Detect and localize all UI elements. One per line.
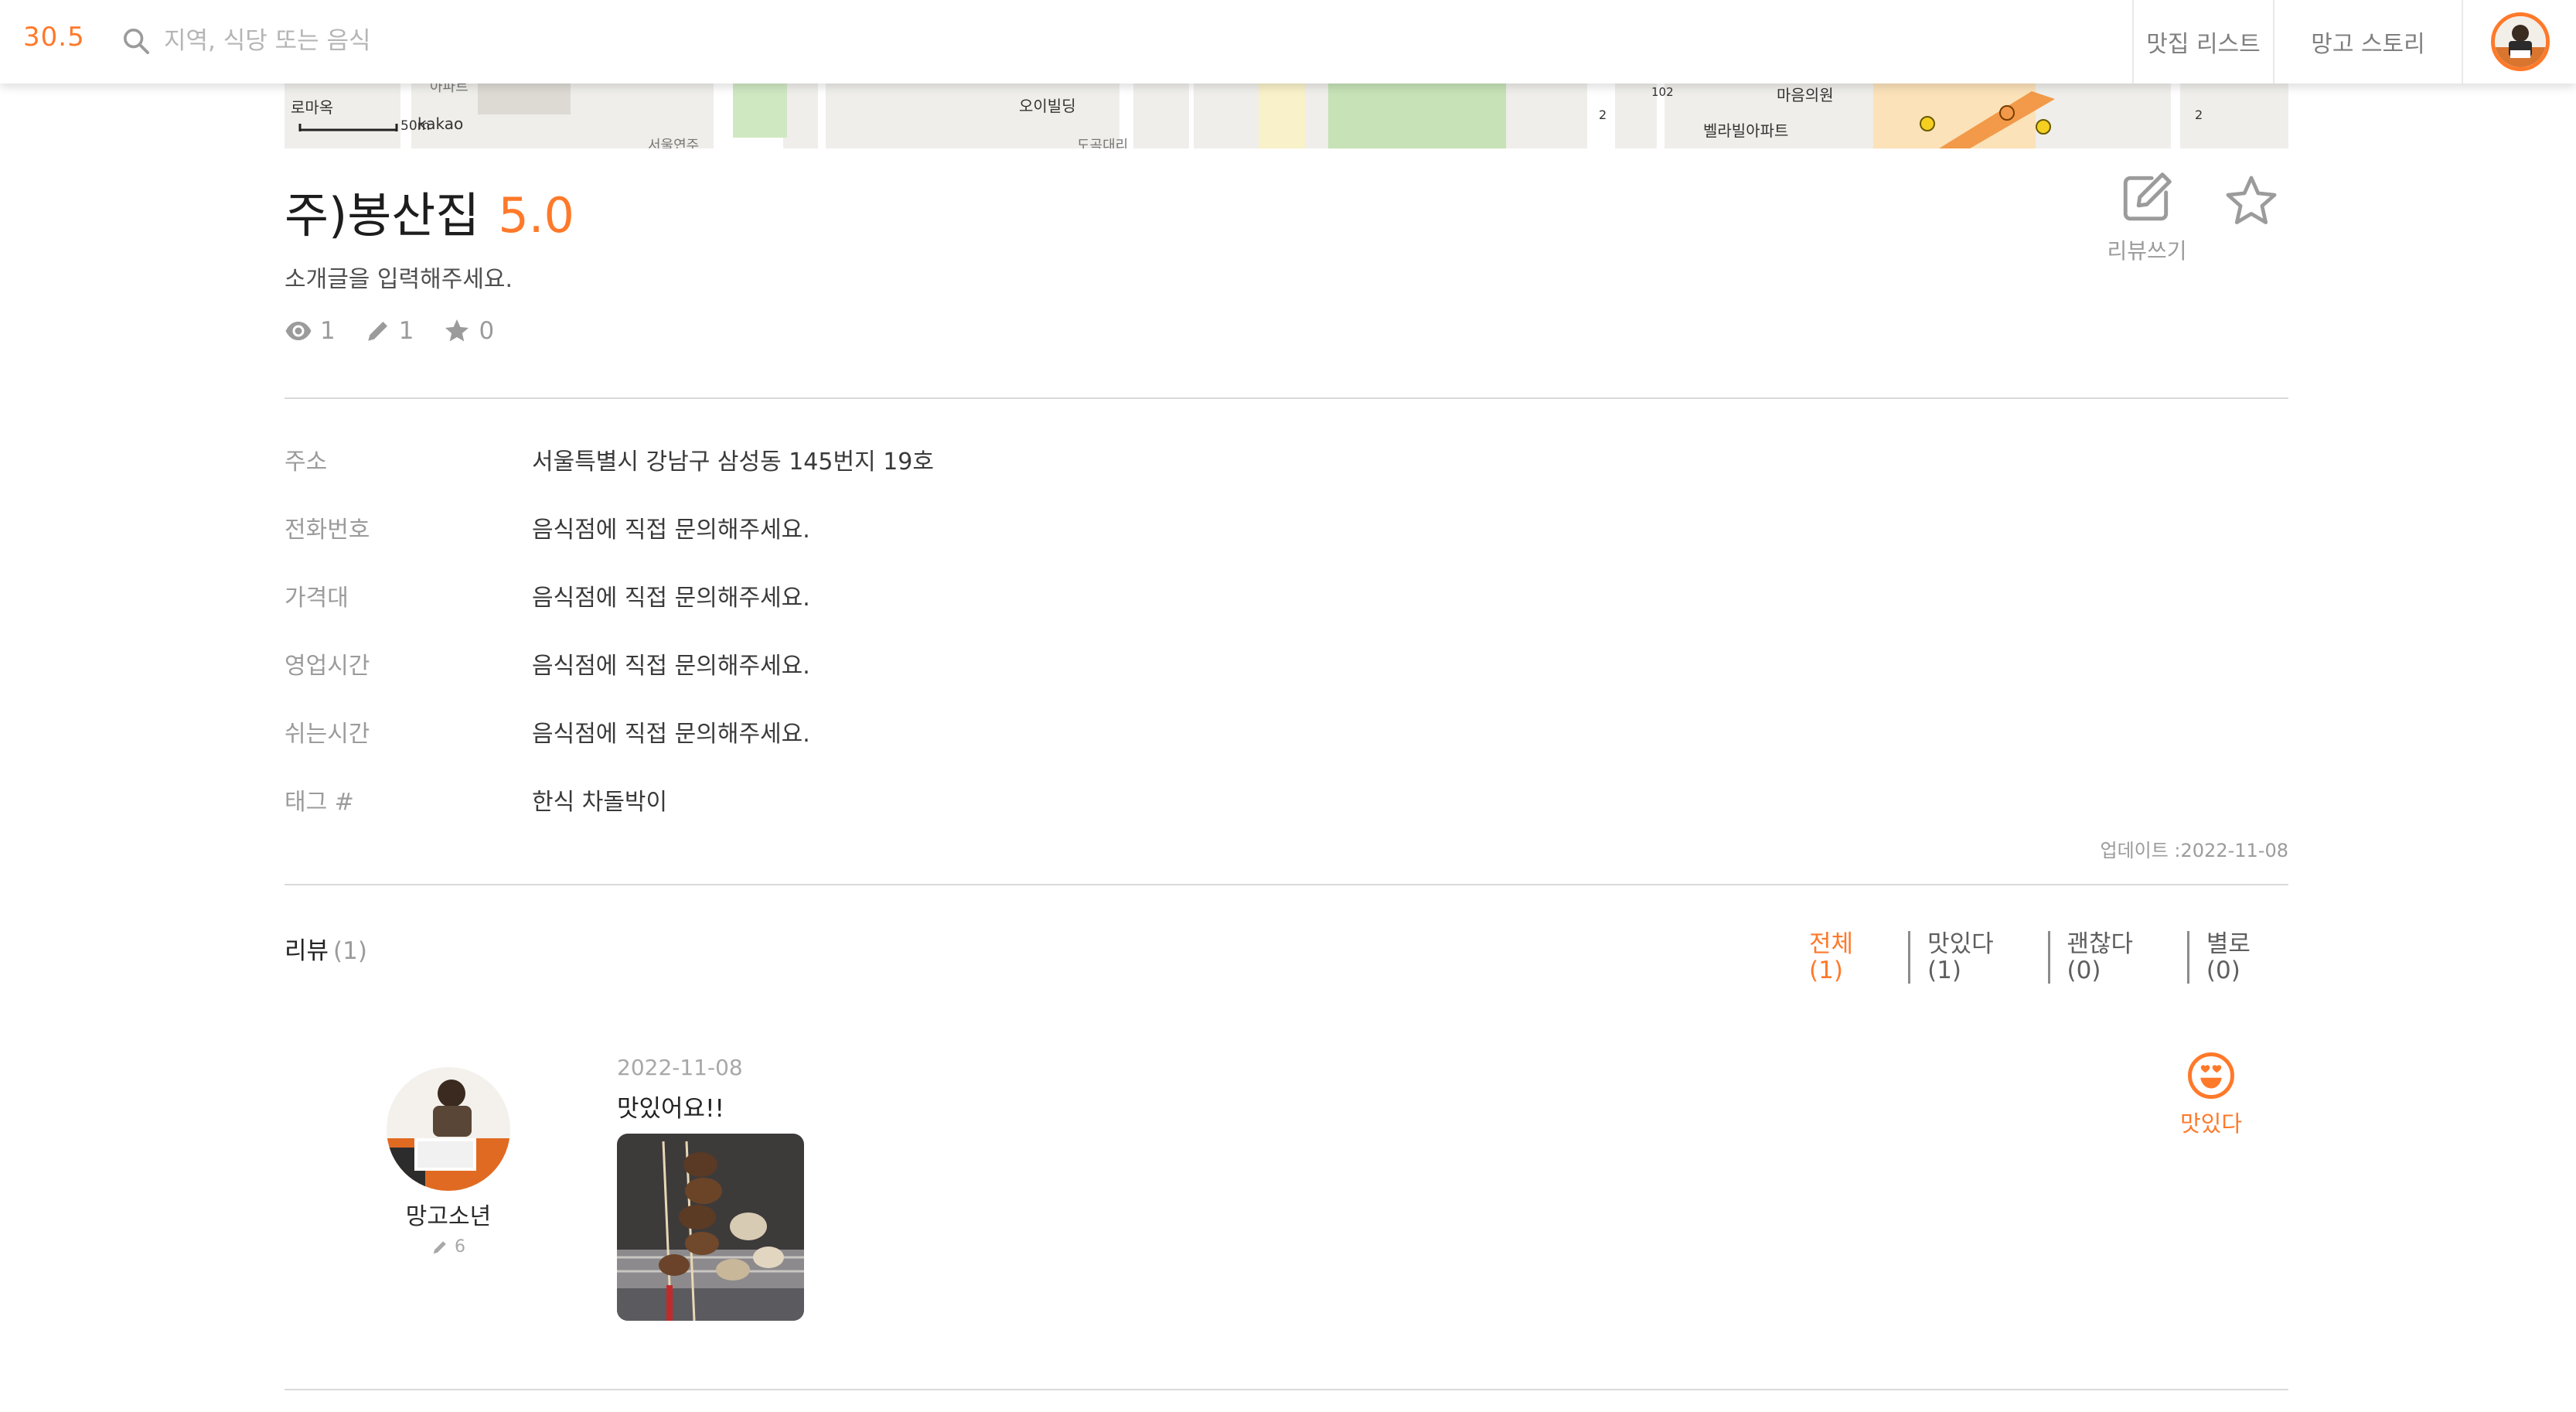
map-view[interactable]: 로마옥 50m kakao 오이빌딩 마음의원 벨라빌아파트 102 2 2 아…: [285, 84, 2288, 148]
map-label: 아파트: [430, 84, 469, 95]
reviews-count: (1): [333, 937, 367, 965]
review-filters: 전체 (1) 맛있다 (1) 괜찮다 (0) 별로 (0): [1809, 931, 2288, 984]
write-review-label: 리뷰쓰기: [2107, 238, 2187, 264]
info-value: 음식점에 직접 문의해주세요.: [532, 721, 810, 748]
map-label: 2: [1599, 107, 1607, 122]
map-label: kakao: [417, 114, 463, 133]
info-row-address: 주소 서울특별시 강남구 삼성동 145번지 19호: [285, 442, 1831, 481]
map-label: 오이빌딩: [1019, 97, 1076, 115]
info-value: 음식점에 직접 문의해주세요.: [532, 653, 810, 680]
nav-restaurant-list[interactable]: 맛집 리스트: [2132, 0, 2273, 84]
info-label: 영업시간: [285, 653, 370, 680]
info-row-phone: 전화번호 음식점에 직접 문의해주세요.: [285, 510, 1831, 549]
pencil-icon: [367, 321, 387, 341]
restaurant-name: 주)봉산집: [285, 187, 480, 244]
info-label: 쉬는시간: [285, 721, 370, 748]
info-value: 한식 차돌박이: [532, 789, 668, 816]
info-row-hours: 영업시간 음식점에 직접 문의해주세요.: [285, 646, 1831, 685]
views-stat: 1: [285, 317, 336, 345]
review-photo[interactable]: [617, 1134, 804, 1321]
write-review-button[interactable]: 리뷰쓰기: [2097, 169, 2197, 265]
review-item: 망고소년 6 2022-11-08 맛있어요!! 맛있다: [285, 1036, 2288, 1330]
restaurant-title-row: 주)봉산집 5.0: [285, 176, 574, 246]
logo[interactable]: 30.5: [23, 22, 85, 53]
heart-eyes-icon: [2188, 1052, 2234, 1099]
info-label: 가격대: [285, 585, 349, 612]
filter-delicious[interactable]: 맛있다 (1): [1908, 931, 2047, 984]
filter-all[interactable]: 전체 (1): [1809, 931, 1908, 984]
avatar[interactable]: [2491, 12, 2550, 71]
info-value: 음식점에 직접 문의해주세요.: [532, 517, 810, 544]
map-label: 마음의원: [1777, 86, 1834, 104]
favorites-count: 0: [479, 317, 495, 345]
star-outline-icon: [2226, 176, 2277, 224]
reviewer-avatar[interactable]: [387, 1067, 510, 1191]
info-row-price: 가격대 음식점에 직접 문의해주세요.: [285, 578, 1831, 617]
profile-menu[interactable]: [2462, 0, 2576, 84]
reviews-stat: 1: [365, 317, 414, 345]
info-row-tags: 태그 # 한식 차돌박이: [285, 783, 1831, 821]
nav-mango-story[interactable]: 망고 스토리: [2273, 0, 2462, 84]
map-label: 102: [1651, 85, 1674, 99]
filter-okay[interactable]: 괜찮다 (0): [2047, 931, 2187, 984]
reviewer-review-count: 6: [371, 1237, 526, 1257]
info-label: 주소: [285, 448, 328, 476]
search-input[interactable]: [162, 20, 861, 62]
reviews-title: 리뷰: [285, 937, 329, 965]
filter-bad[interactable]: 별로 (0): [2186, 931, 2288, 984]
views-count: 1: [320, 317, 336, 345]
favorites-stat: 0: [443, 317, 494, 345]
reviewer-name[interactable]: 망고소년: [371, 1197, 526, 1231]
review-text: 맛있어요!!: [617, 1095, 724, 1123]
info-row-break-time: 쉬는시간 음식점에 직접 문의해주세요.: [285, 715, 1831, 753]
info-label: 태그 #: [285, 789, 354, 816]
map-label: 2: [2195, 107, 2203, 122]
restaurant-intro: 소개글을 입력해주세요.: [285, 266, 513, 293]
reviews-heading: 리뷰 (1): [285, 931, 367, 966]
map-label: 도곡대리: [1077, 138, 1128, 148]
info-label: 전화번호: [285, 517, 370, 544]
favorite-button[interactable]: [2222, 172, 2281, 230]
map-label: 벨라빌아파트: [1703, 121, 1788, 140]
reviews-stat-count: 1: [398, 317, 414, 345]
map-label: 로마옥: [291, 98, 333, 117]
pencil-icon: [433, 1240, 446, 1253]
info-value: 서울특별시 강남구 삼성동 145번지 19호: [532, 448, 934, 476]
info-value: 음식점에 직접 문의해주세요.: [532, 585, 810, 612]
updated-date: 업데이트 :2022-11-08: [2100, 840, 2288, 861]
review-rating: 맛있다: [2172, 1050, 2250, 1138]
reviewer[interactable]: 망고소년 6: [371, 1067, 526, 1257]
eye-icon: [285, 322, 312, 340]
reviewer-count-value: 6: [455, 1237, 465, 1257]
edit-icon: [2123, 172, 2172, 221]
divider: [285, 1389, 2288, 1390]
divider: [285, 397, 2288, 399]
search-icon: [124, 29, 149, 54]
restaurant-stats: 1 1 0: [285, 317, 523, 345]
top-header: 30.5 맛집 리스트 망고 스토리: [0, 0, 2576, 84]
divider: [285, 884, 2288, 885]
review-date: 2022-11-08: [617, 1055, 743, 1080]
rating-label: 맛있다: [2179, 1110, 2243, 1137]
map-label: 서울연주: [648, 138, 699, 148]
star-icon: [445, 319, 469, 342]
restaurant-score: 5.0: [498, 187, 574, 244]
